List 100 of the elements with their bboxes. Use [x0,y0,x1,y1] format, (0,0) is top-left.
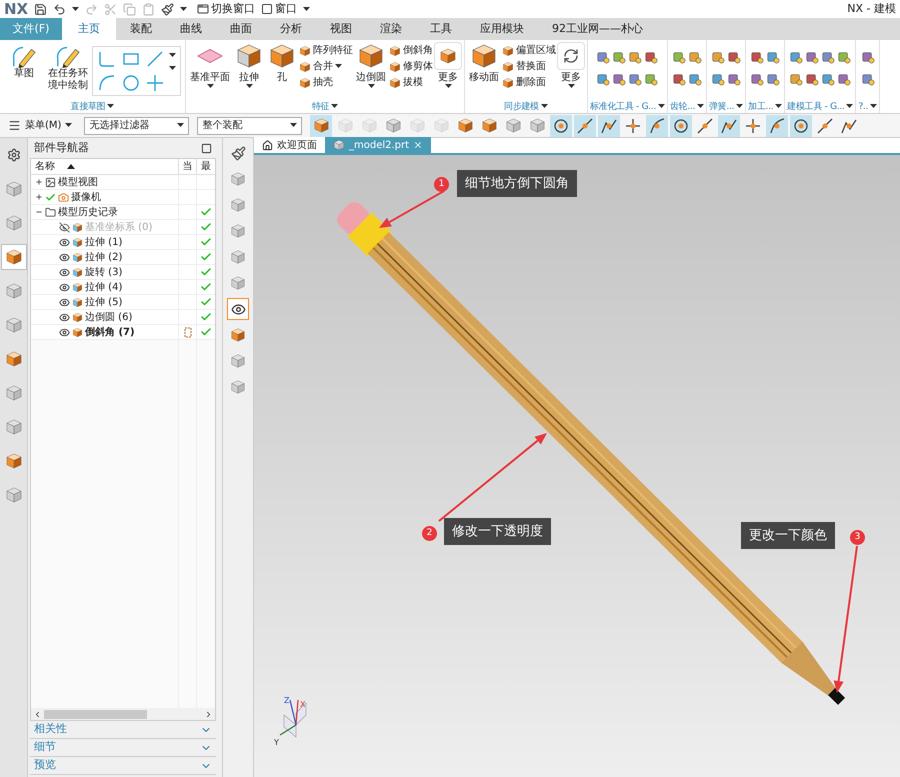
eye-icon[interactable] [59,252,70,262]
ribbon-button[interactable]: 拔模 [389,76,433,89]
ribbon-button[interactable]: 抽壳 [299,76,353,89]
ribbon-tab[interactable]: 曲线 [166,18,216,40]
tool-icon[interactable] [644,50,658,64]
tree-item[interactable]: 拉伸 (5) [31,295,179,309]
ribbon-button[interactable]: 在任务环境中绘制 [48,42,88,92]
scroll-right-icon[interactable] [204,710,213,718]
collapsible-section[interactable]: 细节 [30,739,216,757]
circle-icon[interactable] [121,73,141,93]
maximize-icon[interactable] [201,142,212,154]
collapsible-section[interactable]: 相关性 [30,721,216,739]
tool-icon[interactable] [672,72,686,86]
horizontal-scrollbar[interactable] [31,708,215,720]
tool-icon[interactable] [596,50,610,64]
tool-icon[interactable] [837,72,852,86]
tool-icon[interactable] [688,50,702,64]
ribbon-button[interactable]: 孔 [266,42,298,84]
scope-dropdown[interactable]: 整个装配 [197,116,302,134]
tool-icon[interactable] [612,50,626,64]
ribbon-button[interactable]: 边倒圆 [354,42,388,89]
toolbar-button[interactable] [670,114,692,136]
window-menu-button[interactable]: 窗口 [261,0,298,18]
close-icon[interactable] [413,140,424,150]
ribbon-button[interactable]: 移动面 [467,42,501,84]
column-header[interactable]: 最 [197,159,215,174]
tool-icon[interactable] [750,50,764,64]
tool-icon[interactable] [644,72,658,86]
point-icon[interactable] [145,73,165,93]
expand-icon[interactable] [35,193,43,201]
switch-window-button[interactable]: 切换窗口 [197,0,256,18]
tool-icon[interactable] [612,72,626,86]
toolbar-button[interactable] [790,114,812,136]
ribbon-tab[interactable]: 92工业网——朴心 [538,18,657,40]
tree-item[interactable]: 拉伸 (2) [31,250,179,264]
toolbar-button[interactable] [550,114,572,136]
tool-icon[interactable] [628,72,642,86]
ribbon-tab[interactable]: 装配 [116,18,166,40]
tool-icon[interactable] [727,72,742,86]
eye-icon[interactable] [59,266,70,278]
tool-icon[interactable] [711,72,726,86]
tool-icon[interactable] [805,72,820,86]
toolbar-button[interactable] [646,114,668,136]
ribbon-button[interactable]: 阵列特征 [299,44,353,57]
resource-bar-button[interactable] [227,298,249,320]
eye-icon[interactable] [59,326,70,338]
column-header[interactable]: 当 [179,159,197,174]
save-icon[interactable] [34,2,48,16]
ribbon-button[interactable]: 合并 [299,60,353,73]
tool-icon[interactable] [789,72,804,86]
tool-icon[interactable] [766,72,780,86]
expand-icon[interactable] [35,178,43,186]
tool-icon[interactable] [821,50,836,64]
ribbon-tab[interactable]: 视图 [316,18,366,40]
tool-icon[interactable] [688,72,702,86]
ribbon-button[interactable]: 基准平面 [188,42,232,89]
column-header[interactable]: 名称 [31,159,179,174]
tree-item[interactable]: 模型视图 [31,175,179,189]
eye-icon[interactable] [59,296,70,308]
ribbon-button[interactable]: 拉伸 [233,42,265,89]
tool-icon[interactable] [766,50,780,64]
tool-icon[interactable] [860,72,875,86]
toolbar-button[interactable] [574,114,596,136]
ribbon-tab[interactable]: 应用模块 [466,18,538,40]
tool-icon[interactable] [837,50,852,64]
toolbar-button[interactable] [766,114,788,136]
brush-icon[interactable] [161,2,174,16]
tree-item[interactable]: 拉伸 (4) [31,280,179,294]
hidden-eye-icon[interactable] [59,222,70,232]
eye-icon[interactable] [59,312,70,322]
line-icon[interactable] [145,49,165,69]
collapsible-section[interactable]: 预览 [30,757,216,775]
ribbon-tab[interactable]: 渲染 [366,18,416,40]
tree-item[interactable]: 边倒圆 (6) [31,310,179,324]
tree-item[interactable]: 倒斜角 (7) [31,325,179,339]
ribbon-button[interactable]: 草图 [4,42,44,80]
tool-icon[interactable] [860,50,875,64]
ribbon-button[interactable]: 修剪体 [389,60,433,73]
ribbon-tab[interactable]: 工具 [416,18,466,40]
tool-icon[interactable] [672,50,686,64]
tool-icon[interactable] [805,50,820,64]
eye-icon[interactable] [59,282,70,292]
tool-icon[interactable] [711,50,726,64]
tool-icon[interactable] [821,72,836,86]
ribbon-tab[interactable]: 主页 [62,18,116,40]
ribbon-tab[interactable]: 分析 [266,18,316,40]
ribbon-button[interactable]: 删除面 [502,76,556,89]
eye-icon[interactable] [59,236,70,248]
ribbon-tab[interactable]: 曲面 [216,18,266,40]
tree-item[interactable]: 模型历史记录 [31,205,179,219]
ribbon-button[interactable]: 倒斜角 [389,44,433,57]
toolbar-button[interactable] [598,114,620,136]
tree-item[interactable]: 旋转 (3) [31,265,179,279]
tool-icon[interactable] [596,72,610,86]
tool-icon[interactable] [727,50,742,64]
ribbon-button[interactable]: 偏置区域 [502,44,556,57]
tree-item[interactable]: 拉伸 (1) [31,235,179,249]
tool-icon[interactable] [628,50,642,64]
selection-filter-dropdown[interactable]: 无选择过滤器 [84,116,190,134]
tool-icon[interactable] [750,72,764,86]
